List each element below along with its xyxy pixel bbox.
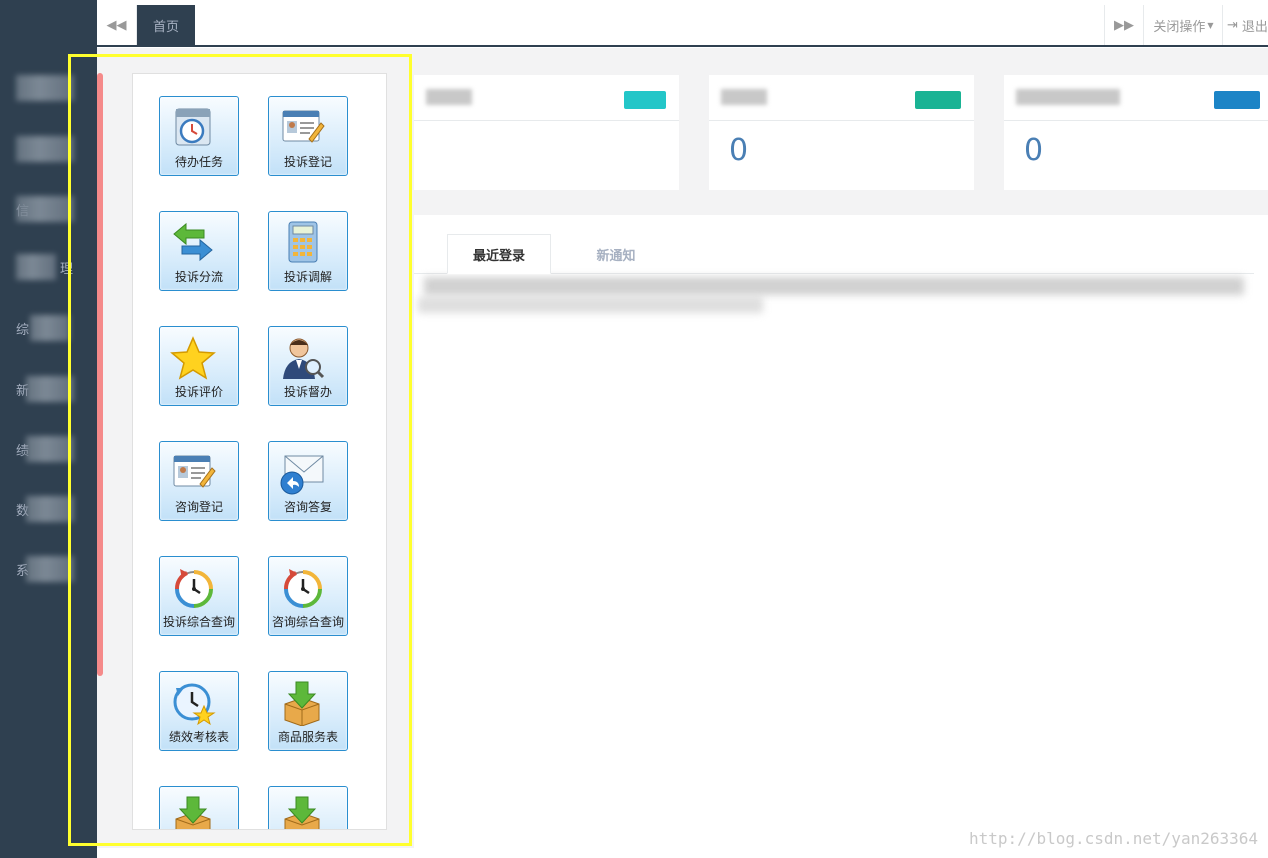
star-icon [170, 336, 216, 380]
mail-reply-icon [280, 455, 324, 495]
tile-complaint-evaluation[interactable]: 投诉评价 [159, 326, 239, 406]
box-download-icon [175, 796, 211, 829]
app-window: 信 理 综 新 绩 数 系 ◀◀ 首页 ▶▶ 关闭操作 ▼ ⇥ 退出 [0, 0, 1268, 858]
box-download-icon [284, 681, 320, 726]
tile-consult-reply[interactable]: 咨询答复 [268, 441, 348, 521]
sidebar-item-2[interactable] [16, 136, 74, 162]
tile-label: 投诉分流 [174, 270, 223, 284]
tile-complaint-distribution[interactable]: 投诉分流 [159, 211, 239, 291]
tile-label: 投诉督办 [283, 385, 332, 399]
status-badge [1214, 91, 1260, 109]
tabs-panel: 最近登录 新通知 [414, 215, 1268, 848]
tile-complaint-supervise[interactable]: 投诉督办 [268, 326, 348, 406]
scroll-tabs-right-button[interactable]: ▶▶ [1104, 5, 1144, 45]
tile-download-1[interactable] [159, 786, 239, 829]
status-badge [915, 91, 961, 109]
stat-card-title [1016, 89, 1120, 105]
sidebar-item-6[interactable]: 新 [16, 376, 74, 402]
sidebar-item-4[interactable]: 理 [16, 254, 74, 280]
tile-consult-query[interactable]: 咨询综合查询 [268, 556, 348, 636]
tile-label: 投诉登记 [283, 155, 332, 169]
id-card-pencil-icon [282, 110, 325, 143]
stat-card-1 [414, 75, 679, 190]
history-clock-icon [284, 569, 322, 608]
calculator-icon [288, 221, 318, 263]
stat-card-value: 0 [729, 133, 749, 168]
box-download-icon [284, 796, 320, 829]
stat-card-title [426, 89, 472, 105]
tile-label: 咨询答复 [283, 500, 332, 514]
caret-down-icon: ▼ [1207, 20, 1214, 30]
scroll-tabs-left-button[interactable]: ◀◀ [97, 5, 137, 45]
stat-card-2: 0 [709, 75, 974, 190]
sidebar-item-1[interactable] [16, 75, 74, 101]
tile-complaint-register[interactable]: 投诉登记 [268, 96, 348, 176]
tile-goods-service-table[interactable]: 商品服务表 [268, 671, 348, 751]
tile-label: 投诉综合查询 [162, 615, 235, 629]
tile-label: 投诉调解 [283, 270, 332, 284]
sidebar-item-9[interactable]: 系 [16, 556, 74, 582]
stat-card-header [709, 75, 974, 121]
tile-consult-register[interactable]: 咨询登记 [159, 441, 239, 521]
sidebar-item-3[interactable]: 信 [16, 196, 74, 222]
stat-card-3: 0 [1004, 75, 1268, 190]
scrollbar[interactable] [97, 73, 103, 676]
user-search-icon [283, 338, 325, 379]
tab-recent-login[interactable]: 最近登录 [447, 234, 551, 274]
tile-label: 待办任务 [174, 155, 223, 169]
tab-new-notice[interactable]: 新通知 [564, 234, 668, 274]
tile-label: 投诉评价 [174, 385, 223, 399]
watermark: http://blog.csdn.net/yan263364 [969, 829, 1258, 848]
tile-performance-table[interactable]: 绩效考核表 [159, 671, 239, 751]
stat-card-value: 0 [1024, 133, 1044, 168]
stat-card-header [414, 75, 679, 121]
sidebar-item-5[interactable]: 综 [16, 315, 74, 341]
sidebar-item-7[interactable]: 绩 [16, 436, 74, 462]
double-left-arrow-icon: ◀◀ [106, 17, 127, 33]
logout-label: 退出 [1241, 19, 1268, 35]
tab-home[interactable]: 首页 [137, 5, 195, 45]
status-badge [624, 91, 666, 109]
clock-calendar-icon [175, 108, 211, 146]
tile-pending-tasks[interactable]: 待办任务 [159, 96, 239, 176]
history-clock-icon [175, 569, 213, 608]
notice-text-redacted [414, 277, 1254, 317]
tile-label: 咨询登记 [174, 500, 223, 514]
sidebar-item-8[interactable]: 数 [16, 496, 74, 522]
close-operations-dropdown[interactable]: 关闭操作 ▼ [1145, 5, 1223, 45]
quick-menu-panel: 待办任务 投诉登记 投诉分流 投诉调解 投诉评价 投诉督办 咨询登记 咨询答复 … [132, 73, 387, 830]
sign-out-icon: ⇥ [1227, 17, 1238, 33]
arrows-exchange-icon [173, 222, 213, 262]
tile-complaint-query[interactable]: 投诉综合查询 [159, 556, 239, 636]
top-tab-bar: ◀◀ 首页 ▶▶ 关闭操作 ▼ ⇥ 退出 [97, 5, 1268, 47]
tile-label: 绩效考核表 [168, 730, 229, 744]
stat-card-header [1004, 75, 1268, 121]
close-ops-label: 关闭操作 [1153, 19, 1206, 35]
tile-label: 咨询综合查询 [271, 615, 344, 629]
double-right-arrow-icon: ▶▶ [1114, 17, 1134, 33]
logout-button[interactable]: ⇥ 退出 [1227, 5, 1268, 45]
id-card-pencil-icon [173, 455, 216, 488]
stat-card-title [721, 89, 767, 105]
tile-download-2[interactable] [268, 786, 348, 829]
tile-label: 商品服务表 [277, 730, 338, 744]
tile-complaint-mediation[interactable]: 投诉调解 [268, 211, 348, 291]
clock-star-icon [173, 683, 216, 726]
